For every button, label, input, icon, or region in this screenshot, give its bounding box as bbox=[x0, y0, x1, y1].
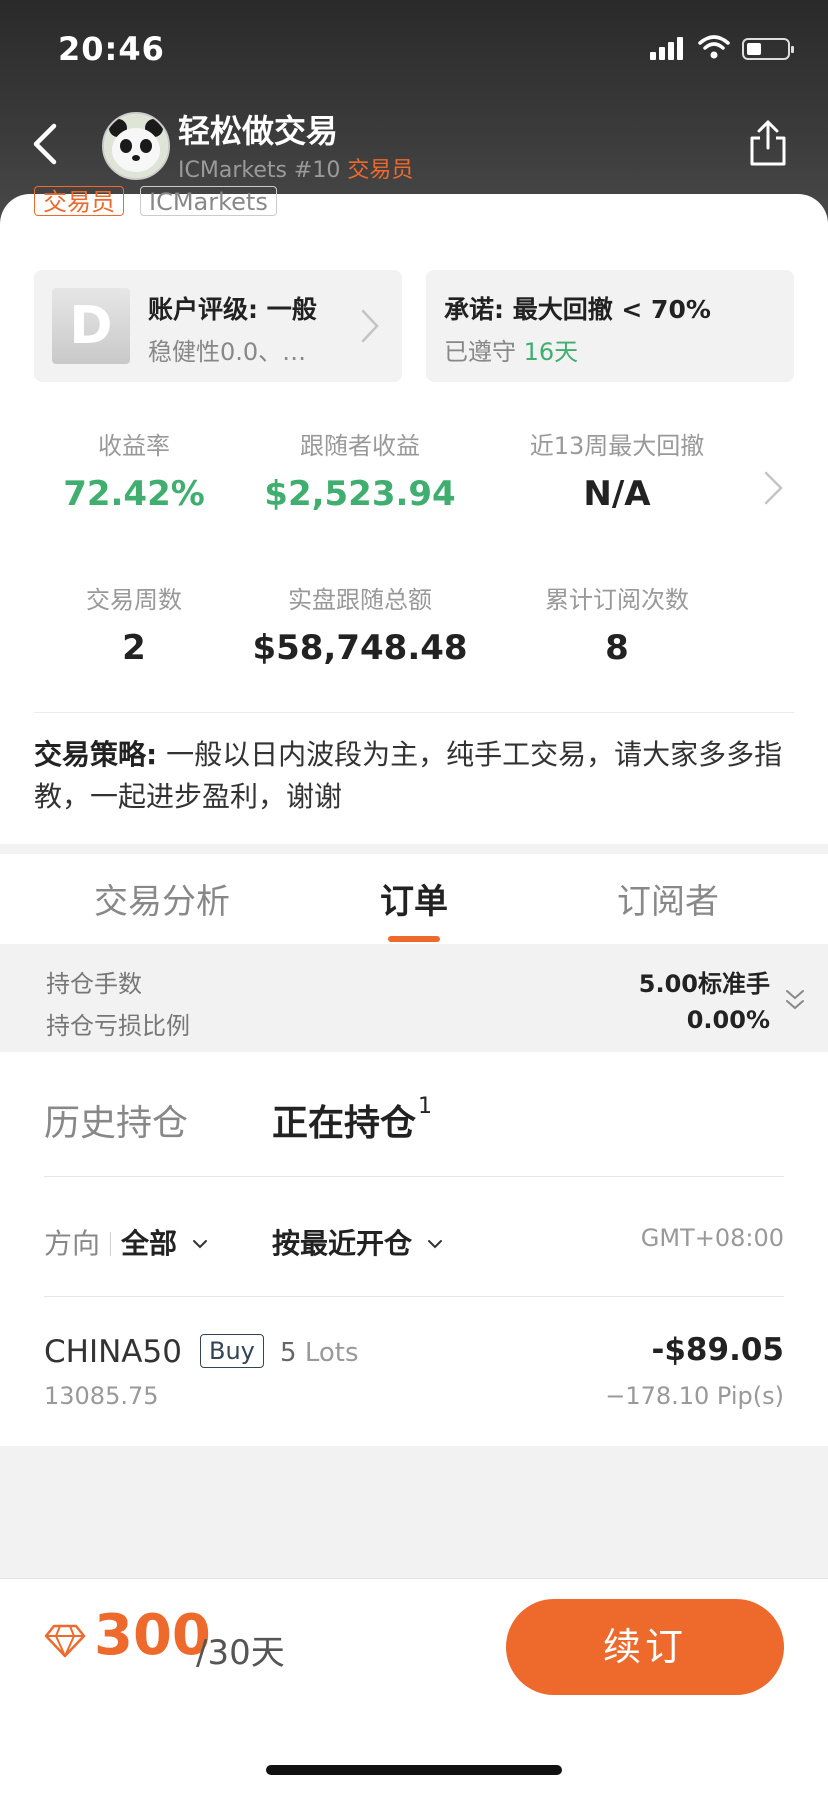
share-icon[interactable] bbox=[746, 118, 790, 168]
double-chevron-down-icon[interactable] bbox=[784, 988, 806, 1012]
status-time: 20:46 bbox=[58, 30, 165, 68]
role-label: 交易员 bbox=[347, 158, 414, 183]
trader-name: 轻松做交易 bbox=[178, 112, 339, 150]
loss-ratio-value: 0.00% bbox=[686, 1006, 770, 1034]
chevron-right-icon bbox=[361, 309, 379, 343]
tab-orders[interactable]: 订单 bbox=[304, 874, 524, 923]
direction-label: 方向 bbox=[44, 1227, 101, 1260]
follower-profit-value: $2,523.94 bbox=[264, 474, 456, 514]
max-drawdown-value: N/A bbox=[583, 474, 651, 514]
weeks-value: 2 bbox=[122, 628, 146, 668]
promise-card: 承诺: 最大回撤 < 70% 已遵守 16天 bbox=[426, 270, 794, 382]
subscription-period: /30天 bbox=[196, 1633, 285, 1673]
active-tab-indicator bbox=[388, 936, 440, 942]
position-summary: 持仓手数 5.00标准手 持仓亏损比例 0.00% bbox=[0, 944, 828, 1052]
avatar[interactable] bbox=[102, 112, 170, 180]
return-label: 收益率 bbox=[98, 432, 170, 460]
promise-title: 承诺: 最大回撤 < 70% bbox=[444, 295, 711, 324]
position-pnl: -$89.05 bbox=[651, 1332, 785, 1368]
side-badge: Buy bbox=[200, 1334, 264, 1368]
follower-profit-label: 跟随者收益 bbox=[300, 432, 420, 460]
lots-number: 5 bbox=[280, 1338, 297, 1368]
tab-subscribers[interactable]: 订阅者 bbox=[558, 874, 778, 923]
subscription-price: 300 bbox=[94, 1603, 211, 1668]
follow-total-value: $58,748.48 bbox=[252, 628, 468, 668]
open-positions-label: 正在持仓 bbox=[272, 1103, 417, 1144]
renew-button[interactable]: 续订 bbox=[506, 1599, 784, 1695]
position-symbol: CHINA50 bbox=[44, 1334, 182, 1370]
panda-avatar-icon bbox=[104, 114, 168, 178]
subscriptions-label: 累计订阅次数 bbox=[545, 586, 689, 614]
lots-value: 5.00标准手 bbox=[638, 970, 770, 998]
orders-panel: 历史持仓 正在持仓1 方向 全部 按最近开仓 GMT+08:00 CHINA50 … bbox=[0, 1052, 828, 1446]
role-tag: 交易员 bbox=[34, 186, 124, 216]
broker-tag: ICMarkets bbox=[140, 186, 277, 216]
promise-kept: 已遵守 16天 bbox=[444, 332, 578, 367]
divider bbox=[44, 1176, 784, 1177]
open-price: 13085.75 bbox=[44, 1382, 159, 1410]
return-value: 72.42% bbox=[63, 474, 205, 514]
tab-history-positions[interactable]: 历史持仓 bbox=[44, 1094, 188, 1146]
divider bbox=[44, 1296, 784, 1297]
lots-label: 持仓手数 bbox=[46, 970, 142, 998]
rating-subtitle: 稳健性0.0、… bbox=[148, 338, 307, 366]
promise-kept-days: 16天 bbox=[523, 338, 579, 366]
lots-unit: Lots bbox=[304, 1338, 359, 1368]
back-icon[interactable] bbox=[26, 118, 66, 170]
rating-title: 账户评级: 一般 bbox=[148, 295, 317, 324]
chevron-right-icon[interactable] bbox=[762, 470, 786, 506]
strategy-label: 交易策略: bbox=[34, 738, 158, 771]
weeks-label: 交易周数 bbox=[86, 586, 182, 614]
sort-label: 按最近开仓 bbox=[272, 1227, 413, 1260]
position-lots: 5 Lots bbox=[280, 1338, 359, 1368]
loss-ratio-label: 持仓亏损比例 bbox=[46, 1012, 190, 1040]
tab-trade-analysis[interactable]: 交易分析 bbox=[52, 874, 272, 923]
promise-kept-prefix: 已遵守 bbox=[444, 338, 516, 366]
subscription-bar: 300 /30天 续订 bbox=[0, 1578, 828, 1793]
follow-total-label: 实盘跟随总额 bbox=[288, 586, 432, 614]
strategy-text: 交易策略: 一般以日内波段为主，纯手工交易，请大家多多指教，一起进步盈利，谢谢 bbox=[34, 734, 794, 818]
diamond-icon bbox=[44, 1624, 86, 1658]
max-drawdown-label: 近13周最大回撤 bbox=[529, 432, 705, 460]
chevron-down-icon bbox=[427, 1240, 442, 1249]
cellular-signal-icon bbox=[650, 37, 683, 60]
home-indicator[interactable] bbox=[266, 1765, 562, 1775]
direction-filter[interactable]: 方向 全部 bbox=[44, 1222, 209, 1262]
tab-open-positions[interactable]: 正在持仓1 bbox=[272, 1094, 432, 1146]
sort-filter[interactable]: 按最近开仓 bbox=[272, 1222, 444, 1262]
position-pips: −178.10 Pip(s) bbox=[605, 1382, 784, 1410]
wifi-icon bbox=[698, 35, 730, 59]
subscriptions-value: 8 bbox=[605, 628, 629, 668]
open-positions-count: 1 bbox=[418, 1094, 433, 1119]
tab-bar: 交易分析 订单 订阅者 bbox=[0, 854, 828, 944]
timezone-label: GMT+08:00 bbox=[640, 1224, 784, 1252]
broker-rank: ICMarkets #10 bbox=[178, 158, 341, 183]
trader-summary-card: 交易员 ICMarkets D 账户评级: 一般 稳健性0.0、… 承诺: 最大… bbox=[0, 186, 828, 844]
chevron-down-icon bbox=[192, 1240, 207, 1249]
account-rating-card[interactable]: D 账户评级: 一般 稳健性0.0、… bbox=[34, 270, 402, 382]
grade-badge: D bbox=[52, 288, 130, 364]
divider bbox=[34, 712, 794, 713]
direction-value: 全部 bbox=[121, 1227, 178, 1260]
trader-subtitle: ICMarkets #10 交易员 bbox=[178, 152, 413, 184]
battery-icon bbox=[742, 38, 794, 60]
